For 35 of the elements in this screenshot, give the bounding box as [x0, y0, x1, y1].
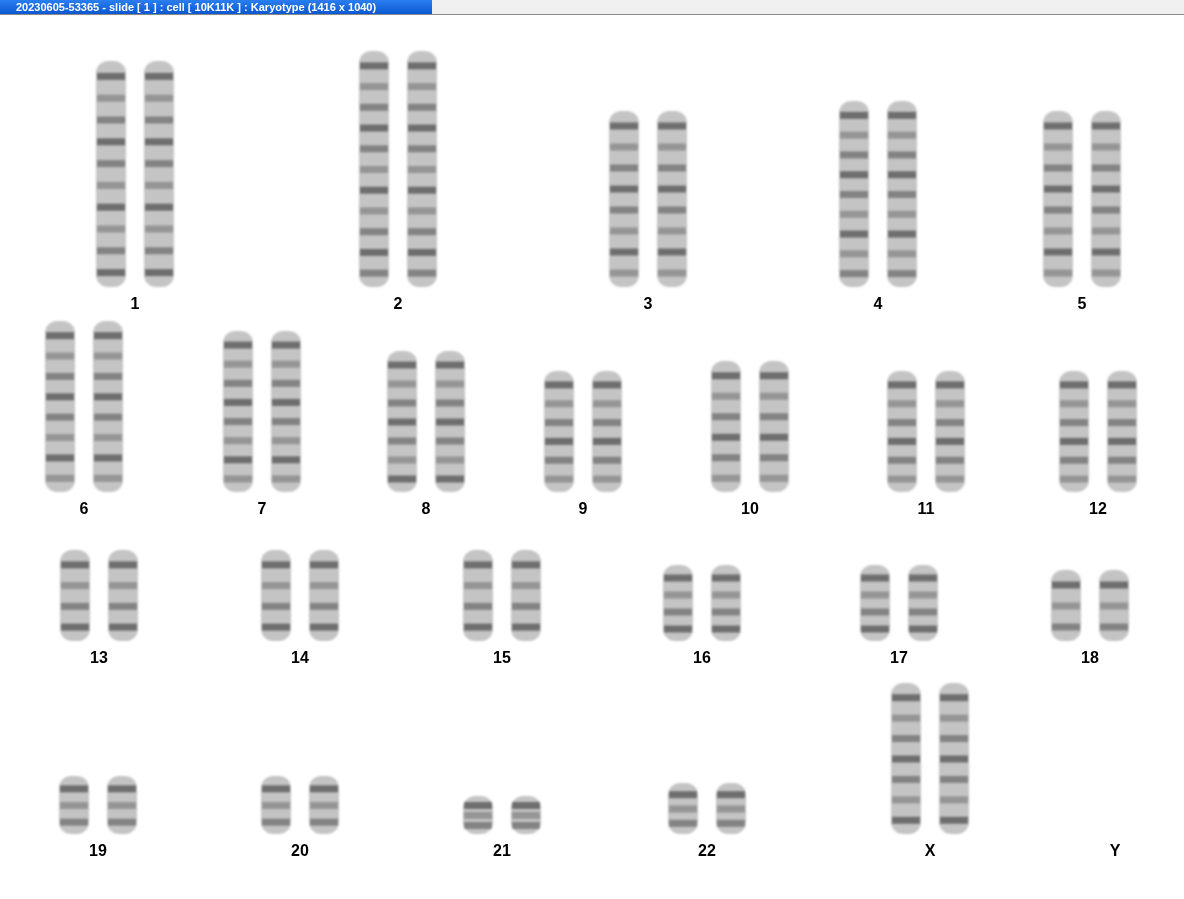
- chromosome-label: 7: [257, 500, 267, 518]
- chromosome-label: 12: [1089, 500, 1107, 518]
- chromosome-drawing: [463, 796, 493, 834]
- chromosome-label: 4: [873, 295, 883, 313]
- chromosome-label: 3: [643, 295, 653, 313]
- chromosome-drawing: [107, 776, 137, 834]
- chromosome-label: 16: [693, 649, 711, 667]
- chromosome-label: 2: [393, 295, 403, 313]
- chromosome-label: X: [924, 842, 936, 860]
- chromosome-drawing: [59, 776, 89, 834]
- chromosome-label: 15: [493, 649, 511, 667]
- chromosome-label: 18: [1081, 649, 1099, 667]
- chromosome-drawing: [1051, 570, 1081, 641]
- chromosome-drawing: [1099, 570, 1129, 641]
- chromosome-label: Y: [1109, 842, 1121, 860]
- chromosome-label: 11: [917, 500, 935, 518]
- chromosome-label: 5: [1077, 295, 1087, 313]
- chromosome-label: 13: [90, 649, 108, 667]
- chromosome-label: 10: [741, 500, 759, 518]
- chromosome-drawing: [716, 783, 746, 834]
- chromosome-label: 8: [421, 500, 431, 518]
- chromosome-drawing: [668, 783, 698, 834]
- chromosome-label: 21: [493, 842, 511, 860]
- chromosome-label: 19: [89, 842, 107, 860]
- chromosome-label: 20: [291, 842, 309, 860]
- window-title: 20230605-53365 - slide [ 1 ] : cell [ 10K11K ] : Karyotype (1416 x 1040): [0, 0, 432, 14]
- chromosome-label: 14: [291, 649, 309, 667]
- chromosome-label: 9: [578, 500, 588, 518]
- chromosome-label: 17: [890, 649, 908, 667]
- chromosome-drawing: [261, 776, 291, 834]
- chromosome-drawing: [511, 796, 541, 834]
- chromosome-label: 22: [698, 842, 716, 860]
- chromosome-drawing: [309, 776, 339, 834]
- chromosome-label: 6: [79, 500, 89, 518]
- chromosome-label: 1: [130, 295, 140, 313]
